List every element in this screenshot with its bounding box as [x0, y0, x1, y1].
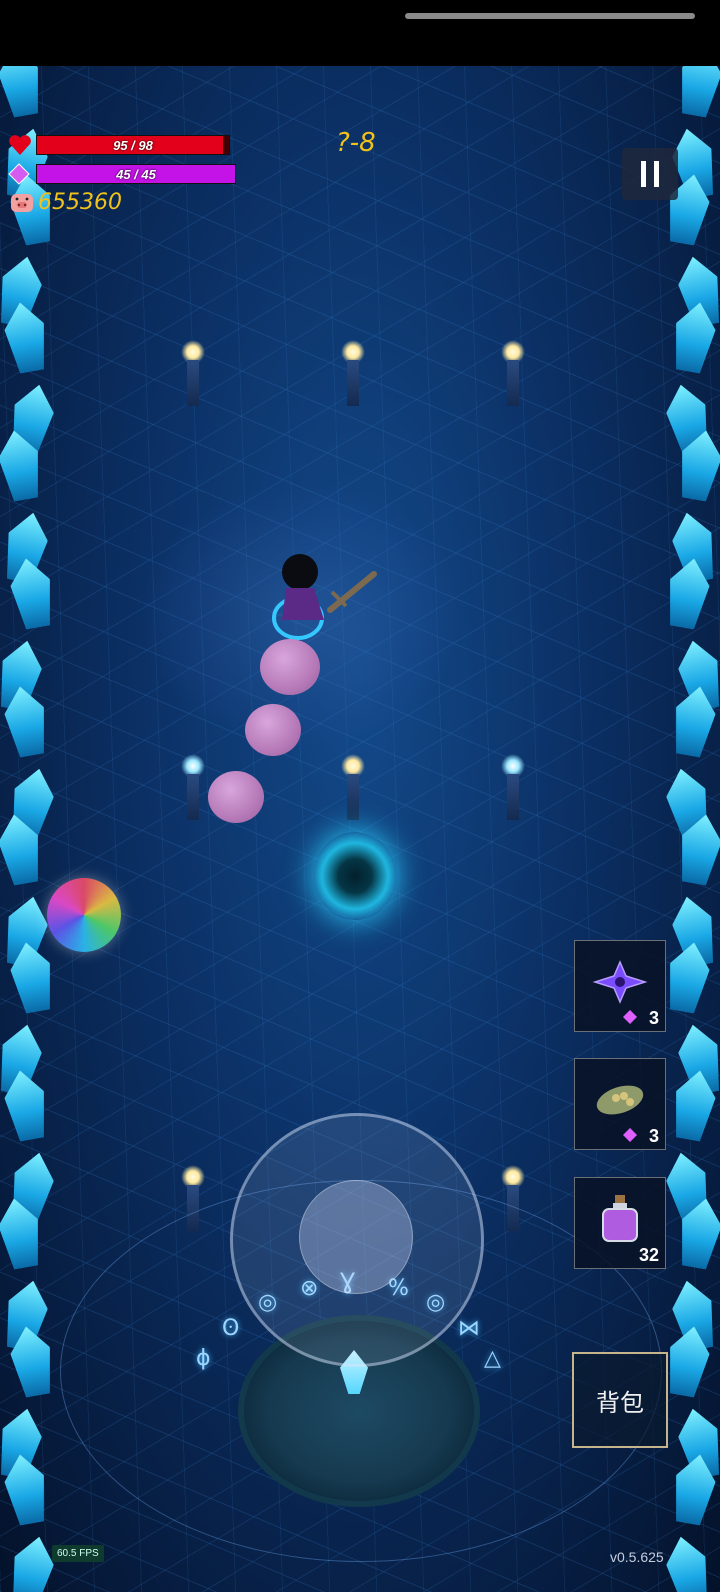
crystal-wall-right [660, 66, 720, 1592]
heart-icon [9, 135, 31, 155]
rune: △ [484, 1346, 501, 1371]
level-indicator: ?-8 [336, 128, 376, 158]
crystal [661, 1533, 715, 1592]
lantern [178, 340, 208, 410]
hp-text: 95 / 98 [113, 137, 153, 153]
version-label: v0.5.625 [610, 1549, 664, 1565]
blue-portal [314, 832, 396, 920]
crystal [0, 66, 46, 119]
pause-icon [641, 161, 646, 187]
rune: ɸ [196, 1346, 211, 1371]
mp-text: 45 / 45 [116, 166, 156, 182]
skill-slot-seed-pod[interactable]: 3 [574, 1058, 666, 1150]
mp-bar: 45 / 45 [36, 164, 236, 184]
skill-slot-potion[interactable]: 32 [574, 1177, 666, 1269]
skill-cost: 3 [648, 1126, 659, 1146]
hp-bar: 95 / 98 [36, 135, 230, 155]
rainbow-orb [47, 878, 121, 952]
purple-orb [208, 771, 264, 823]
crystal [5, 1533, 59, 1592]
mana-cost-icon [623, 1010, 637, 1024]
lantern [178, 754, 208, 824]
mp-row: 45 / 45 [8, 163, 236, 185]
seed-pod-icon [596, 1085, 644, 1115]
lantern [498, 754, 528, 824]
home-indicator [405, 13, 695, 19]
pause-icon-bar [654, 161, 659, 187]
skill-cost: 3 [648, 1008, 659, 1028]
purple-orb [245, 704, 301, 756]
fps-counter: 60.5 FPS [52, 1545, 104, 1562]
backpack-button[interactable]: 背包 [572, 1352, 668, 1448]
pause-button[interactable] [622, 148, 678, 200]
piggy-bank-icon [11, 193, 33, 212]
lantern [338, 340, 368, 410]
skill-slot-shuriken[interactable]: 3 [574, 940, 666, 1032]
lantern [498, 340, 528, 410]
mana-gem-icon [8, 163, 30, 185]
status-bar [0, 0, 720, 66]
mana-cost-icon [623, 1128, 637, 1142]
shuriken-icon [592, 960, 648, 1005]
rune: ʘ [222, 1316, 240, 1341]
hp-row: 95 / 98 [8, 134, 230, 156]
potion-count: 32 [638, 1245, 659, 1265]
crystal-wall-left [0, 66, 60, 1592]
rune: ⋈ [458, 1316, 480, 1341]
player-character [272, 554, 377, 640]
crystal [674, 66, 720, 119]
joystick-knob[interactable] [299, 1180, 413, 1294]
potion-icon [602, 1195, 638, 1243]
purple-orb [260, 639, 320, 695]
coin-row: 655360 [8, 190, 122, 215]
coin-count: 655360 [38, 190, 122, 215]
lantern [338, 754, 368, 824]
